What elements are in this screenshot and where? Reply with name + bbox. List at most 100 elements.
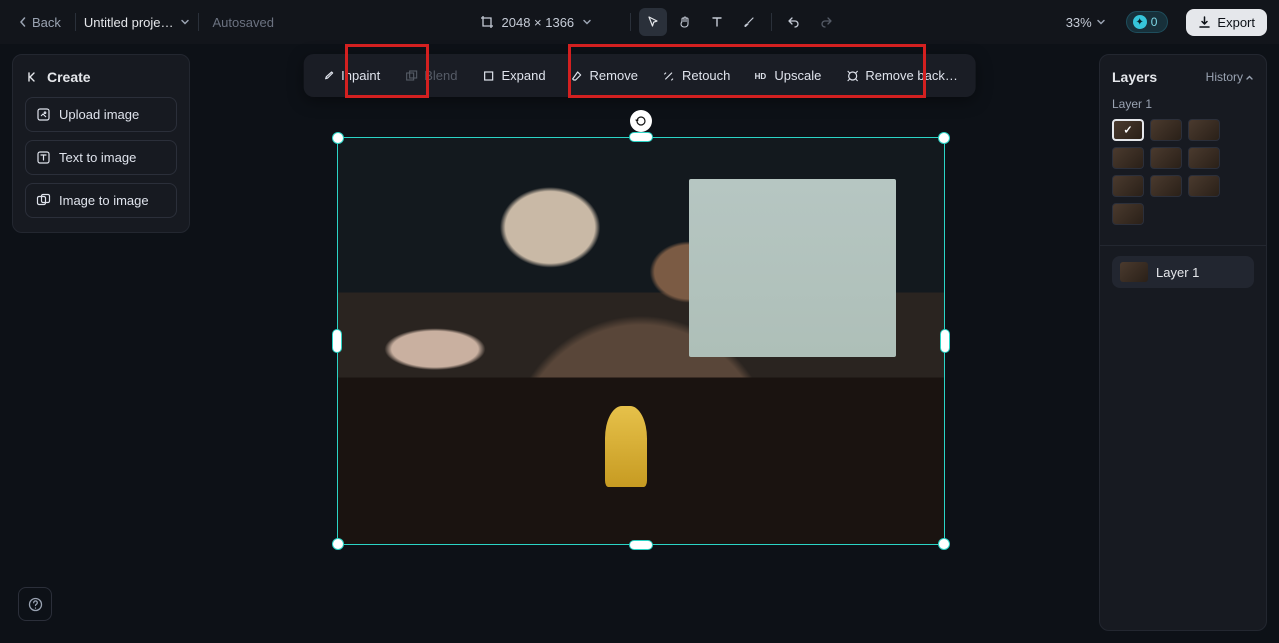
variation-thumb[interactable] [1112, 119, 1144, 141]
history-label: History [1206, 70, 1243, 84]
blend-button: Blend [394, 60, 467, 91]
text-to-image-button[interactable]: Text to image [25, 140, 177, 175]
back-button[interactable]: Back [12, 11, 67, 34]
brush-tool[interactable] [735, 8, 763, 36]
export-label: Export [1217, 15, 1255, 30]
upscale-button[interactable]: HD Upscale [744, 60, 831, 91]
layer-name: Layer 1 [1156, 265, 1199, 280]
upscale-label: Upscale [774, 68, 821, 83]
resize-handle-r[interactable] [941, 330, 949, 352]
upload-icon [36, 107, 51, 122]
layers-title: Layers [1112, 69, 1157, 85]
chevron-down-icon [582, 17, 592, 27]
remove-button[interactable]: Remove [560, 60, 648, 91]
chevron-up-icon [1245, 73, 1254, 82]
resize-handle-l[interactable] [333, 330, 341, 352]
rotate-handle[interactable] [630, 110, 652, 132]
divider [1100, 245, 1266, 246]
variation-thumb[interactable] [1112, 147, 1144, 169]
top-bar: Back Untitled proje… Autosaved 2048 × 13… [0, 0, 1279, 44]
export-button[interactable]: Export [1186, 9, 1267, 36]
variation-thumb[interactable] [1188, 119, 1220, 141]
credits-badge[interactable]: ✦ 0 [1126, 11, 1169, 33]
select-tool[interactable] [639, 8, 667, 36]
history-tool-group [780, 8, 840, 36]
inpaint-button[interactable]: Inpaint [311, 60, 390, 91]
variation-thumb[interactable] [1188, 175, 1220, 197]
canvas-image[interactable] [338, 138, 944, 544]
create-title: Create [47, 69, 91, 85]
credits-icon: ✦ [1133, 15, 1147, 29]
text-tool[interactable] [703, 8, 731, 36]
canvas-tool-group [639, 8, 763, 36]
create-panel: Create Upload image Text to image Image … [12, 54, 190, 233]
layer-row[interactable]: Layer 1 [1112, 256, 1254, 288]
image-to-image-icon [36, 193, 51, 208]
divider [198, 13, 199, 31]
expand-button[interactable]: Expand [471, 60, 555, 91]
help-button[interactable] [18, 587, 52, 621]
blend-label: Blend [424, 68, 457, 83]
undo-button[interactable] [780, 8, 808, 36]
layers-panel: Layers History Layer 1 Layer 1 [1099, 54, 1267, 631]
resize-handle-b[interactable] [630, 541, 652, 549]
history-toggle[interactable]: History [1206, 70, 1254, 84]
variation-thumb[interactable] [1150, 119, 1182, 141]
hand-tool[interactable] [671, 8, 699, 36]
help-icon [28, 597, 43, 612]
resize-handle-br[interactable] [939, 539, 949, 549]
remove-bg-icon [845, 69, 859, 83]
project-title[interactable]: Untitled proje… [84, 15, 190, 30]
back-label: Back [32, 15, 61, 30]
brush-icon [742, 15, 756, 29]
retouch-button[interactable]: Retouch [652, 60, 740, 91]
autosaved-label: Autosaved [213, 15, 274, 30]
text-icon [710, 15, 724, 29]
project-title-text: Untitled proje… [84, 15, 174, 30]
layer-group-label: Layer 1 [1112, 97, 1254, 111]
divider [75, 13, 76, 31]
zoom-control[interactable]: 33% [1066, 15, 1106, 30]
image-to-image-label: Image to image [59, 193, 149, 208]
canvas-selection[interactable] [337, 137, 945, 545]
retouch-icon [662, 69, 676, 83]
chevron-left-icon [18, 17, 28, 27]
resize-handle-tl[interactable] [333, 133, 343, 143]
variation-thumb[interactable] [1188, 147, 1220, 169]
remove-background-button[interactable]: Remove back… [835, 60, 967, 91]
upload-image-label: Upload image [59, 107, 139, 122]
layer-thumbnail [1120, 262, 1148, 282]
undo-icon [787, 15, 801, 29]
text-to-image-icon [36, 150, 51, 165]
expand-icon [481, 69, 495, 83]
context-toolbar: Inpaint Blend Expand Remove Retouch HD U… [303, 54, 976, 97]
rotate-icon [635, 115, 647, 127]
inpaint-label: Inpaint [341, 68, 380, 83]
redo-button[interactable] [812, 8, 840, 36]
resize-handle-t[interactable] [630, 133, 652, 141]
hand-icon [678, 15, 692, 29]
download-icon [1198, 16, 1211, 29]
variation-thumb[interactable] [1112, 203, 1144, 225]
redo-icon [819, 15, 833, 29]
inpaint-icon [321, 69, 335, 83]
divider [771, 13, 772, 31]
retouch-label: Retouch [682, 68, 730, 83]
variation-thumb[interactable] [1112, 175, 1144, 197]
remove-label: Remove [590, 68, 638, 83]
collapse-icon[interactable] [25, 70, 39, 84]
variation-thumb[interactable] [1150, 175, 1182, 197]
chevron-down-icon [180, 17, 190, 27]
create-header: Create [25, 69, 177, 85]
resize-handle-bl[interactable] [333, 539, 343, 549]
image-to-image-button[interactable]: Image to image [25, 183, 177, 218]
variation-thumb[interactable] [1150, 147, 1182, 169]
expand-label: Expand [501, 68, 545, 83]
remove-bg-label: Remove back… [865, 68, 957, 83]
text-to-image-label: Text to image [59, 150, 136, 165]
resize-handle-tr[interactable] [939, 133, 949, 143]
dimensions-control[interactable]: 2048 × 1366 [480, 15, 593, 30]
chevron-down-icon [1096, 17, 1106, 27]
hd-icon: HD [754, 70, 768, 81]
upload-image-button[interactable]: Upload image [25, 97, 177, 132]
